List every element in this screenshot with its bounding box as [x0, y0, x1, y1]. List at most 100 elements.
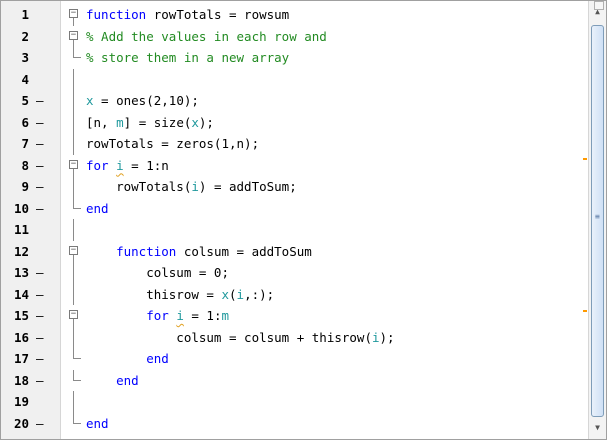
- fold-toggle-icon[interactable]: −: [69, 310, 78, 319]
- vertical-scrollbar[interactable]: ▲ ≡ ▼: [588, 1, 606, 439]
- breakpoint-marker[interactable]: –: [36, 327, 44, 349]
- breakpoint-marker[interactable]: –: [36, 284, 44, 306]
- code-text[interactable]: function colsum = addToSum: [86, 241, 312, 263]
- line-number: 15: [13, 308, 29, 323]
- variable-token: i: [191, 179, 199, 194]
- breakpoint-marker[interactable]: –: [36, 133, 44, 155]
- code-token: = 1:: [183, 308, 222, 323]
- fold-guide: [73, 18, 74, 26]
- breakpoint-marker[interactable]: –: [36, 155, 44, 177]
- line-number: 11: [13, 222, 29, 237]
- line-number: 6: [21, 114, 29, 130]
- code-line[interactable]: 7– rowTotals = zeros(1,n);: [1, 133, 596, 155]
- breakpoint-marker[interactable]: –: [36, 413, 44, 435]
- code-text[interactable]: rowTotals(i) = addToSum;: [86, 176, 297, 198]
- code-text[interactable]: end: [86, 198, 109, 220]
- code-text[interactable]: colsum = 0;: [86, 262, 229, 284]
- line-number: 14: [13, 286, 29, 302]
- scrollbar-thumb[interactable]: ≡: [591, 25, 604, 417]
- line-number: 19: [13, 394, 29, 409]
- fold-guide: [73, 90, 74, 112]
- code-line[interactable]: 17– end: [1, 348, 596, 370]
- breakpoint-marker[interactable]: –: [36, 176, 44, 198]
- code-line[interactable]: 1 − function rowTotals = rowsum: [1, 4, 596, 26]
- warning-mark[interactable]: [583, 310, 587, 312]
- line-number: 7: [21, 136, 29, 151]
- comment-token: % Add the values in each row and: [86, 28, 327, 44]
- line-number: 17: [13, 351, 29, 366]
- fold-toggle-icon[interactable]: −: [69, 245, 78, 255]
- code-text[interactable]: [n, m] = size(x);: [86, 112, 214, 134]
- code-token: rowTotals = rowsum: [146, 7, 290, 22]
- code-text[interactable]: end: [86, 370, 139, 392]
- code-line[interactable]: 15– − for i = 1:m: [1, 305, 596, 327]
- fold-guide: [73, 319, 74, 327]
- fold-end-guide: [73, 47, 81, 58]
- code-line[interactable]: 4: [1, 68, 596, 90]
- code-line[interactable]: 9– rowTotals(i) = addToSum;: [1, 176, 596, 198]
- code-text[interactable]: rowTotals = zeros(1,n);: [86, 133, 259, 155]
- keyword-token: end: [116, 372, 139, 388]
- line-number: 12: [13, 243, 29, 259]
- breakpoint-marker[interactable]: –: [36, 305, 44, 327]
- code-line[interactable]: 14– thisrow = x(i,:);: [1, 283, 596, 306]
- fold-end-guide: [73, 348, 81, 359]
- warning-mark[interactable]: [583, 158, 587, 160]
- keyword-token: for: [86, 157, 109, 173]
- code-line[interactable]: 3 % store them in a new array: [1, 47, 596, 69]
- code-line[interactable]: 5– x = ones(2,10);: [1, 90, 596, 112]
- fold-guide: [73, 39, 74, 47]
- code-text[interactable]: colsum = colsum + thisrow(i);: [86, 327, 395, 349]
- code-text[interactable]: x = ones(2,10);: [86, 90, 199, 112]
- code-text[interactable]: % Add the values in each row and: [86, 26, 327, 48]
- code-line[interactable]: 13– colsum = 0;: [1, 262, 596, 284]
- breakpoint-marker[interactable]: –: [36, 90, 44, 112]
- fold-guide: [73, 168, 74, 176]
- code-text[interactable]: function rowTotals = rowsum: [86, 4, 289, 26]
- code-token: [n,: [86, 114, 117, 130]
- code-text[interactable]: end: [86, 413, 109, 435]
- code-text[interactable]: for i = 1:n: [86, 155, 169, 177]
- code-line[interactable]: 16– colsum = colsum + thisrow(i);: [1, 326, 596, 349]
- fold-toggle-icon[interactable]: −: [69, 9, 78, 18]
- code-text[interactable]: % store them in a new array: [86, 47, 289, 69]
- code-line[interactable]: 6– [n, m] = size(x);: [1, 111, 596, 134]
- code-line[interactable]: 18– end: [1, 369, 596, 392]
- line-number: 1: [21, 7, 29, 22]
- code-text[interactable]: thisrow = x(i,:);: [86, 284, 274, 306]
- code-line[interactable]: 8– − for i = 1:n: [1, 155, 596, 177]
- code-line[interactable]: 11: [1, 219, 596, 241]
- code-line[interactable]: 10– end: [1, 197, 596, 220]
- code-analyzer-indicator-icon[interactable]: [594, 1, 604, 10]
- code-token: );: [379, 329, 395, 345]
- breakpoint-marker[interactable]: –: [36, 262, 44, 284]
- code-line[interactable]: 19: [1, 391, 596, 413]
- comment-token: % store them in a new array: [86, 50, 290, 65]
- fold-guide: [73, 262, 74, 284]
- code-line[interactable]: 2 −% Add the values in each row and: [1, 26, 596, 48]
- fold-guide: [73, 133, 74, 155]
- line-number: 3: [21, 50, 29, 65]
- keyword-token: function: [86, 7, 147, 22]
- breakpoint-marker[interactable]: –: [36, 370, 44, 392]
- code-token: ) = addToSum;: [198, 179, 297, 194]
- scroll-down-arrow-icon[interactable]: ▼: [589, 419, 606, 437]
- code-text[interactable]: end: [86, 348, 169, 370]
- code-editor[interactable]: 1− function rowTotals = rowsum 2−% Add the…: [0, 0, 607, 440]
- breakpoint-marker[interactable]: –: [36, 348, 44, 370]
- code-token: ,:);: [244, 286, 275, 302]
- code-line[interactable]: 12 − function colsum = addToSum: [1, 241, 596, 263]
- code-line[interactable]: 20– end: [1, 412, 596, 435]
- code-text[interactable]: for i = 1:m: [86, 305, 229, 327]
- breakpoint-marker[interactable]: –: [36, 198, 44, 220]
- fold-toggle-icon[interactable]: −: [69, 159, 78, 169]
- fold-toggle-icon[interactable]: −: [69, 30, 78, 40]
- fold-end-guide: [73, 197, 81, 209]
- breakpoint-marker[interactable]: –: [36, 112, 44, 134]
- variable-token: m: [116, 114, 124, 130]
- code-token: );: [198, 114, 214, 130]
- grip-icon: ≡: [595, 212, 600, 221]
- code-token: colsum = addToSum: [176, 243, 312, 259]
